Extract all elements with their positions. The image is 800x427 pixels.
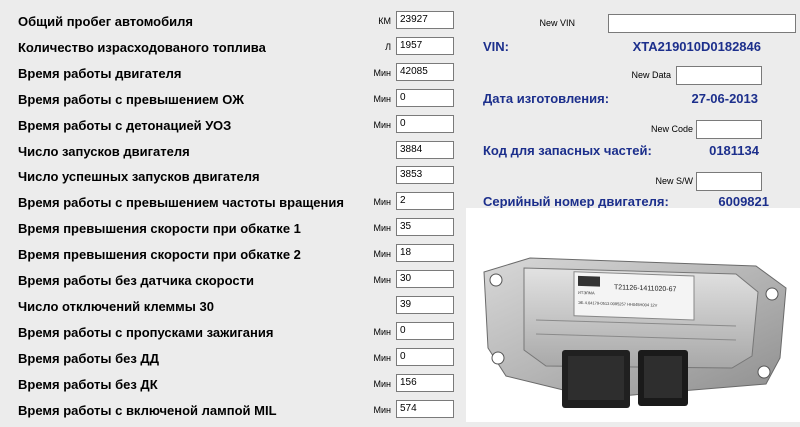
row-value-field[interactable]: 39 [396, 295, 454, 314]
row-value-field[interactable]: 1957 [396, 36, 454, 55]
row-unit: Мин [373, 93, 392, 104]
new-data-label: New Data [631, 70, 671, 80]
row-value-field[interactable]: 3884 [396, 140, 454, 159]
row-unit: Мин [373, 404, 392, 415]
data-row: Количество израсходованого топлива Л 1957 [0, 35, 465, 61]
ecu-brand: ИТЭЛМА [578, 290, 595, 296]
odometer-data-panel: Общий пробег автомобиля КМ 23927 Количество… [0, 0, 465, 422]
row-unit: Мин [373, 352, 392, 363]
row-label: Время работы без ДК [18, 376, 158, 392]
row-label: Число успешных запусков двигателя [18, 169, 260, 185]
row-value-field[interactable]: 42085 [396, 62, 454, 81]
new-code-input[interactable] [696, 120, 762, 139]
data-row: Время превышения скорости при обкатке 1 М… [0, 216, 465, 242]
row-value-field[interactable]: 18 [396, 244, 454, 263]
data-row: Время работы с превышением ОЖ Мин 0 [0, 87, 465, 113]
row-unit: Мин [373, 249, 392, 260]
row-label: Число отключений клеммы 30 [18, 298, 214, 314]
row-label: Время работы с включеной лампой MIL [18, 402, 277, 418]
data-row: Число отключений клеммы 30 39 [0, 294, 465, 320]
new-vin-label: New VIN [539, 18, 575, 28]
row-value-field[interactable]: 0 [396, 88, 454, 107]
row-label: Время работы с превышением ОЖ [18, 91, 244, 107]
new-data-input[interactable] [676, 66, 762, 85]
row-label: Количество израсходованого топлива [18, 39, 266, 55]
data-row: Число запусков двигателя 3884 [0, 139, 465, 165]
row-value-field[interactable]: 156 [396, 373, 454, 392]
row-label: Время работы с превышением частоты враще… [18, 195, 344, 211]
ecu-photo: T21126-1411020-67 ЭБ 4.64179-0513 009525… [466, 208, 800, 422]
row-value-field[interactable]: 3853 [396, 166, 454, 185]
engine-serial-value: 6009821 [718, 194, 769, 209]
data-row: Время работы без ДК Мин 156 [0, 372, 465, 398]
row-label: Время работы с пропусками зажигания [18, 324, 274, 340]
row-value-field[interactable]: 30 [396, 270, 454, 288]
row-value-field[interactable]: 23927 [396, 11, 454, 29]
ecu-illustration: T21126-1411020-67 ЭБ 4.64179-0513 009525… [483, 257, 787, 408]
data-row: Время работы двигателя Мин 42085 [0, 61, 465, 87]
row-label: Число запусков двигателя [18, 143, 190, 159]
data-row: Число успешных запусков двигателя 3853 [0, 164, 465, 190]
row-label: Время превышения скорости при обкатке 2 [18, 247, 301, 263]
row-unit: Мин [373, 223, 392, 234]
parts-code-label: Код для запасных частей: [483, 143, 652, 158]
new-sw-input[interactable] [696, 172, 762, 191]
row-unit: Мин [373, 119, 392, 130]
row-value-field[interactable]: 35 [396, 218, 454, 237]
row-unit: Мин [373, 275, 392, 285]
data-row: Время работы без ДД Мин 0 [0, 346, 465, 372]
row-label: Время работы с детонацией УОЗ [18, 117, 232, 133]
vin-label: VIN: [483, 39, 509, 54]
row-value-field[interactable]: 574 [396, 399, 454, 418]
new-code-label: New Code [650, 124, 693, 134]
row-label: Время работы двигателя [18, 65, 182, 81]
row-value-field[interactable]: 0 [396, 114, 454, 133]
data-row: Время работы с детонацией УОЗ Мин 0 [0, 113, 465, 139]
row-label: Время работы без ДД [18, 350, 159, 366]
data-row: Время работы с включеной лампой MIL Мин 57… [0, 398, 465, 424]
manufacture-date-value: 27-06-2013 [691, 91, 759, 106]
parts-code-value: 0181134 [709, 143, 759, 158]
row-unit: Мин [373, 326, 392, 337]
data-row: Время превышения скорости при обкатке 2 М… [0, 242, 465, 268]
row-unit: Мин [373, 197, 392, 208]
row-value-field[interactable]: 0 [396, 321, 454, 340]
new-sw-label: New S/W [655, 176, 693, 186]
data-row: Время работы без датчика скорости Мин 30 [0, 268, 465, 294]
engine-serial-label: Серийный номер двигателя: [483, 194, 669, 209]
data-row: Время работы с превышением частоты враще… [0, 190, 465, 216]
manufacture-date-label: Дата изготовления: [483, 91, 610, 106]
new-vin-input[interactable] [608, 14, 796, 33]
row-unit: Мин [373, 378, 392, 389]
vin-value: XTA219010D0182846 [632, 39, 761, 54]
row-value-field[interactable]: 2 [396, 192, 454, 211]
row-unit: КМ [378, 16, 391, 26]
row-label: Время превышения скорости при обкатке 1 [18, 221, 301, 237]
row-label: Общий пробег автомобиля [18, 14, 193, 29]
row-unit: Мин [373, 67, 392, 78]
row-unit: Л [385, 41, 391, 52]
data-row: Общий пробег автомобиля КМ 23927 [0, 9, 465, 35]
row-value-field[interactable]: 0 [396, 347, 454, 366]
row-label: Время работы без датчика скорости [18, 273, 254, 288]
data-row: Время работы с пропусками зажигания Мин 0 [0, 320, 465, 346]
